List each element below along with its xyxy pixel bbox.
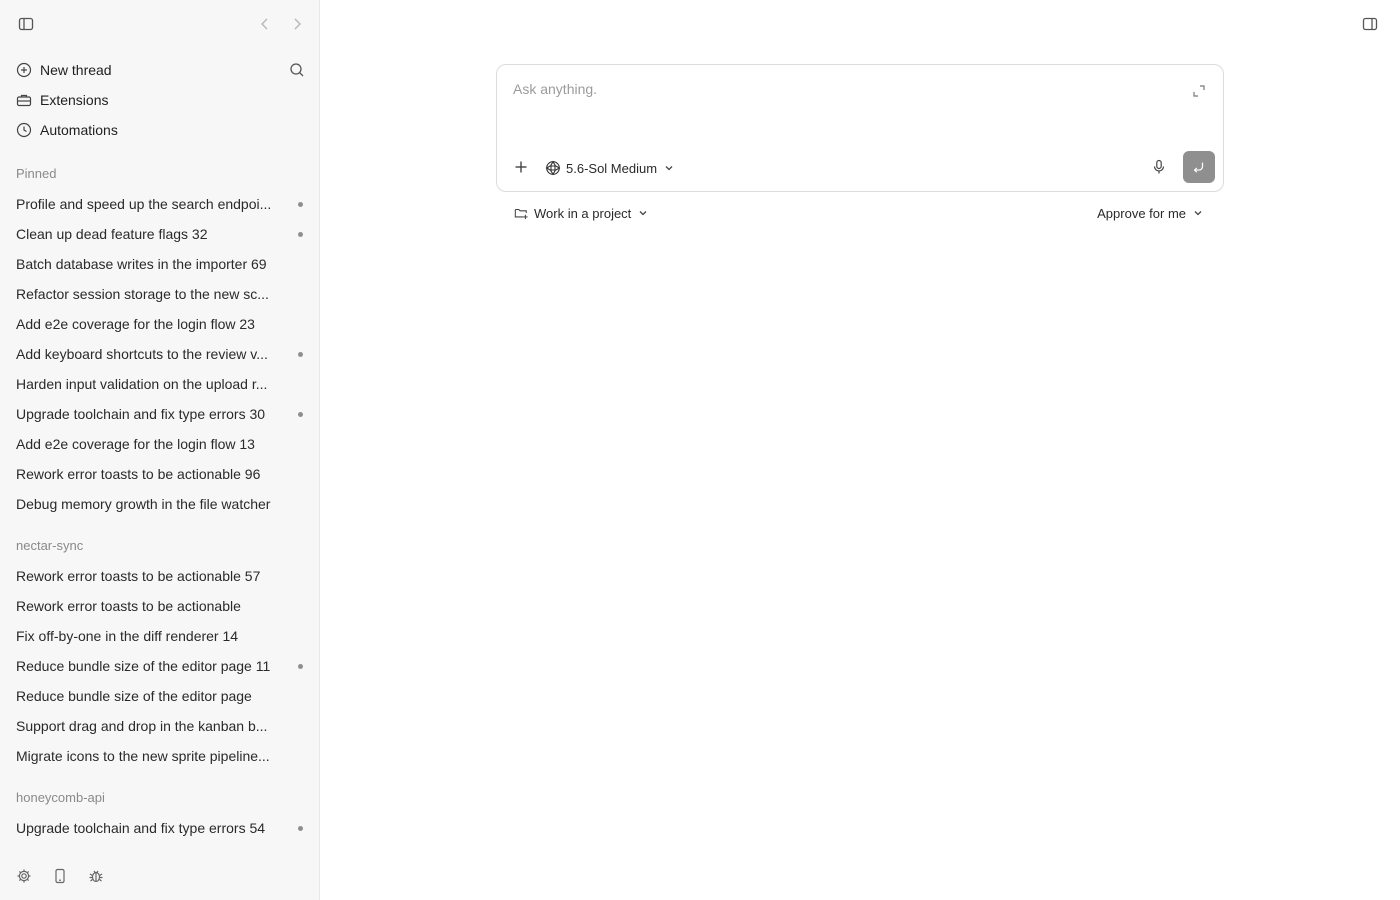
thread-title: Reduce bundle size of the editor page: [16, 688, 252, 704]
thread-title: Batch database writes in the importer 69: [16, 256, 267, 272]
expand-icon[interactable]: [1189, 81, 1209, 101]
mobile-device-icon[interactable]: [50, 866, 70, 886]
search-icon[interactable]: [287, 60, 307, 80]
unread-dot: [298, 231, 303, 237]
thread-item[interactable]: Reduce bundle size of the editor page 11: [16, 655, 306, 677]
bug-icon[interactable]: [86, 866, 106, 886]
thread-title: Refactor session storage to the new sc..…: [16, 286, 269, 302]
thread-title: Reduce bundle size of the editor page 11: [16, 658, 271, 674]
thread-title: Profile and speed up the search endpoi..…: [16, 196, 272, 212]
automations-nav-item[interactable]: Automations: [16, 119, 118, 141]
thread-title: Migrate icons to the new sprite pipeline…: [16, 748, 270, 764]
thread-item[interactable]: Upgrade toolchain and fix type errors 30: [16, 403, 306, 425]
thread-item[interactable]: Debug memory growth in the file watcher: [16, 493, 306, 515]
thread-title: Upgrade toolchain and fix type errors 30: [16, 406, 266, 422]
add-attachment-icon[interactable]: [511, 157, 531, 177]
thread-title: Rework error toasts to be actionable 96: [16, 466, 261, 482]
thread-title: Fix off-by-one in the diff renderer 14: [16, 628, 239, 644]
thread-title: Add e2e coverage for the login flow 23: [16, 316, 255, 332]
thread-title: Add e2e coverage for the login flow 13: [16, 436, 255, 452]
thread-title: Rework error toasts to be actionable 57: [16, 568, 261, 584]
extensions-label: Extensions: [40, 92, 109, 108]
thread-item[interactable]: Rework error toasts to be actionable 57: [16, 565, 306, 587]
unread-dot: [298, 201, 303, 207]
toolbox-icon: [16, 92, 32, 108]
thread-item[interactable]: Upgrade toolchain and fix type errors 54: [16, 817, 306, 839]
send-arrow-icon: [1193, 162, 1204, 173]
chevron-down-icon: [665, 166, 673, 171]
forward-arrow-icon[interactable]: [287, 14, 307, 34]
thread-item[interactable]: Add e2e coverage for the login flow 13: [16, 433, 306, 455]
unread-dot: [298, 663, 303, 669]
thread-item[interactable]: Add keyboard shortcuts to the review v..…: [16, 343, 306, 365]
sidebar-toggle-icon[interactable]: [16, 14, 36, 34]
settings-gear-icon[interactable]: [14, 866, 34, 886]
thread-item[interactable]: Add e2e coverage for the login flow 23: [16, 313, 306, 335]
right-panel-toggle-icon[interactable]: [1360, 14, 1380, 34]
thread-title: Add keyboard shortcuts to the review v..…: [16, 346, 268, 362]
prompt-input[interactable]: Ask anything.: [513, 81, 597, 97]
thread-title: Debug memory growth in the file watcher: [16, 496, 271, 512]
chevron-down-icon: [1194, 211, 1202, 216]
microphone-icon[interactable]: [1149, 157, 1169, 177]
model-selector[interactable]: 5.6-Sol Medium: [545, 157, 675, 179]
thread-item[interactable]: Fix off-by-one in the diff renderer 14: [16, 625, 306, 647]
thread-item[interactable]: Reduce bundle size of the editor page: [16, 685, 306, 707]
section-label-honeycomb-api: honeycomb-api: [16, 790, 105, 805]
automations-label: Automations: [40, 122, 118, 138]
section-label-nectar-sync: nectar-sync: [16, 538, 84, 553]
unread-dot: [298, 351, 303, 357]
thread-item[interactable]: Rework error toasts to be actionable: [16, 595, 306, 617]
sidebar: New thread Extensions Automations Pinned…: [0, 0, 320, 900]
extensions-nav-item[interactable]: Extensions: [16, 89, 108, 111]
thread-title: Rework error toasts to be actionable: [16, 598, 241, 614]
clock-icon: [16, 122, 32, 138]
send-button[interactable]: [1183, 151, 1215, 183]
approval-mode-selector[interactable]: Approve for me: [1097, 202, 1204, 224]
thread-item[interactable]: Rework error toasts to be actionable 96: [16, 463, 306, 485]
approval-label: Approve for me: [1097, 205, 1186, 221]
thread-item[interactable]: Profile and speed up the search endpoi..…: [16, 193, 306, 215]
thread-item[interactable]: Harden input validation on the upload r.…: [16, 373, 306, 395]
project-selector[interactable]: Work in a project: [514, 202, 649, 224]
model-name: 5.6-Sol Medium: [566, 160, 658, 176]
new-thread-button[interactable]: New thread: [16, 59, 112, 81]
unread-dot: [298, 411, 303, 417]
chevron-down-icon: [639, 211, 647, 216]
thread-item[interactable]: Batch database writes in the importer 69: [16, 253, 306, 275]
plus-circle-icon: [16, 62, 32, 78]
section-label-pinned: Pinned: [16, 166, 57, 181]
thread-item[interactable]: Refactor session storage to the new sc..…: [16, 283, 306, 305]
thread-title: Clean up dead feature flags 32: [16, 226, 208, 242]
thread-item[interactable]: Migrate icons to the new sprite pipeline…: [16, 745, 306, 767]
new-thread-label: New thread: [40, 62, 112, 78]
model-logo-icon: [545, 160, 561, 176]
thread-item[interactable]: Support drag and drop in the kanban b...: [16, 715, 306, 737]
back-arrow-icon[interactable]: [255, 14, 275, 34]
thread-item[interactable]: Clean up dead feature flags 32: [16, 223, 306, 245]
composer: Ask anything. 5.6-Sol Medium: [496, 64, 1224, 192]
thread-title: Upgrade toolchain and fix type errors 54: [16, 820, 266, 836]
project-label: Work in a project: [534, 205, 632, 221]
unread-dot: [298, 825, 303, 831]
thread-title: Harden input validation on the upload r.…: [16, 376, 268, 392]
folder-plus-icon: [514, 208, 528, 220]
thread-title: Support drag and drop in the kanban b...: [16, 718, 268, 734]
